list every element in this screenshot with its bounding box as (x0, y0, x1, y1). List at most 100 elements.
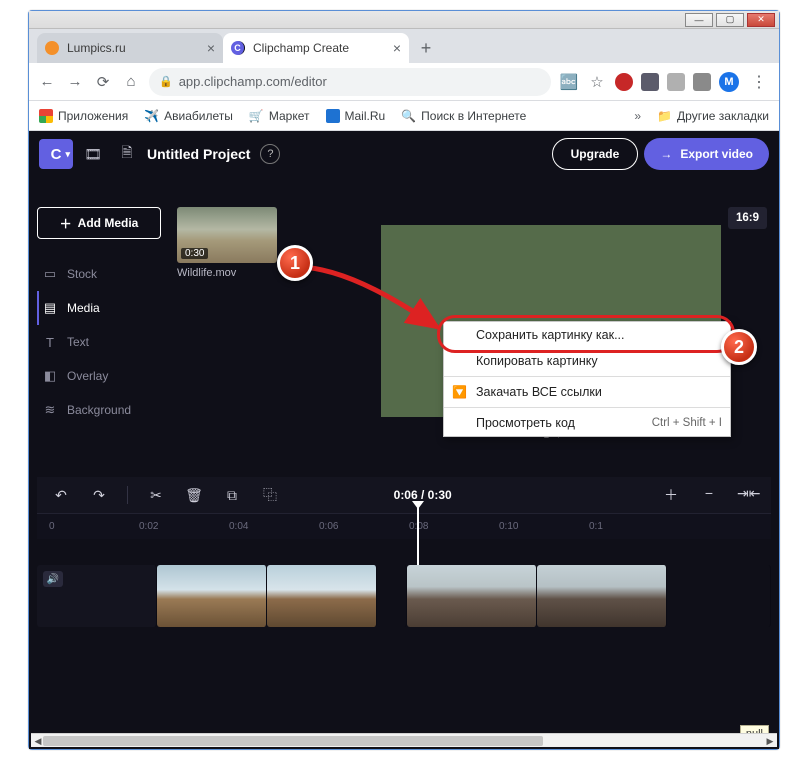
zoom-in-button[interactable]: ＋ (661, 485, 681, 505)
reload-button[interactable]: ⟳ (93, 73, 113, 91)
timeline-toolbar: ↶ ↷ ✂ 🗑 ⧉ ⿻ 0:06 / 0:30 ＋ − ⇥⇤ (37, 477, 771, 513)
ruler-tick: 0:06 (319, 521, 409, 532)
window-minimize-button[interactable]: — (685, 13, 713, 27)
aspect-ratio-badge[interactable]: 16:9 (728, 207, 767, 229)
ruler-tick: 0:08 (409, 521, 499, 532)
browser-tab-lumpics[interactable]: Lumpics.ru × (37, 33, 223, 63)
export-video-button[interactable]: → Export video (644, 138, 769, 170)
address-bar[interactable]: 🔒 app.clipchamp.com/editor (149, 68, 551, 96)
context-item-label: Сохранить картинку как... (476, 328, 625, 342)
sidebar-item-label: Stock (67, 267, 97, 281)
separator (127, 486, 128, 504)
bookmark-airtickets[interactable]: ✈️ Авиабилеты (144, 109, 233, 123)
overlay-icon: ◧ (43, 368, 57, 384)
sidebar-item-label: Media (67, 301, 100, 315)
sidebar-item-stock[interactable]: ▭ Stock (37, 257, 161, 291)
add-media-button[interactable]: ＋ Add Media (37, 207, 161, 239)
bookmark-other[interactable]: 📁 Другие закладки (657, 109, 769, 123)
bookmark-label: Другие закладки (677, 109, 769, 123)
timeline-ruler[interactable]: 0 0:02 0:04 0:06 0:08 0:10 0:1 (37, 513, 771, 539)
undo-button[interactable]: ↶ (51, 487, 71, 504)
zoom-fit-button[interactable]: ⇥⇤ (737, 485, 757, 505)
redo-button[interactable]: ↷ (89, 487, 109, 504)
text-icon: T (43, 335, 57, 350)
context-menu: Сохранить картинку как... Копировать кар… (443, 321, 731, 437)
sidebar-item-background[interactable]: ≋ Background (37, 393, 161, 427)
audio-icon[interactable]: 🔊 (43, 571, 63, 587)
project-title[interactable]: Untitled Project (147, 146, 250, 162)
ruler-tick: 0 (49, 521, 139, 532)
context-item-label: Закачать ВСЕ ссылки (476, 385, 602, 399)
sidebar-item-media[interactable]: ▤ Media (37, 291, 161, 325)
window-close-button[interactable]: ✕ (747, 13, 775, 27)
timeline-clip[interactable] (267, 565, 377, 627)
new-tab-button[interactable]: + (413, 35, 439, 61)
extension-icon[interactable] (693, 73, 711, 91)
scroll-right-button[interactable]: ▶ (763, 734, 777, 748)
bookmarks-overflow-icon[interactable]: » (634, 109, 641, 123)
favicon-lumpics-icon (45, 41, 59, 55)
upgrade-button[interactable]: Upgrade (552, 138, 639, 170)
media-library-item[interactable]: 0:30 Wildlife.mov (177, 207, 277, 279)
context-download-all-links[interactable]: 🔽 Закачать ВСЕ ссылки (444, 379, 730, 405)
zoom-out-button[interactable]: − (699, 485, 719, 505)
bookmark-search[interactable]: 🔍 Поиск в Интернете (401, 109, 526, 123)
browser-menu-button[interactable]: ⋮ (747, 72, 771, 92)
context-save-image-as[interactable]: Сохранить картинку как... (444, 322, 730, 348)
timeline-clip[interactable] (537, 565, 667, 627)
sidebar-item-overlay[interactable]: ◧ Overlay (37, 359, 161, 393)
forward-button[interactable]: → (65, 73, 85, 90)
extension-icon[interactable] (641, 73, 659, 91)
close-tab-icon[interactable]: × (393, 40, 401, 56)
browser-window: — ▢ ✕ Lumpics.ru × C Clipchamp Create × … (28, 10, 780, 750)
search-icon: 🔍 (401, 109, 416, 123)
bookmark-apps[interactable]: Приложения (39, 109, 128, 123)
timeline-track[interactable]: 🔊 (37, 565, 771, 627)
plus-icon: ＋ (60, 215, 72, 232)
timeline-empty (667, 565, 771, 627)
home-button[interactable]: ⌂ (121, 73, 141, 90)
context-item-label: Просмотреть код (476, 416, 575, 430)
lock-icon: 🔒 (159, 75, 173, 88)
bookmark-star-icon[interactable]: ☆ (587, 73, 607, 91)
background-icon: ≋ (43, 402, 57, 418)
split-button[interactable]: ✂ (146, 487, 166, 504)
folder-icon: 📁 (657, 109, 672, 123)
context-copy-image[interactable]: Копировать картинку (444, 348, 730, 374)
window-maximize-button[interactable]: ▢ (716, 13, 744, 27)
back-button[interactable]: ← (37, 73, 57, 90)
export-label: Export video (680, 147, 753, 161)
close-tab-icon[interactable]: × (207, 40, 215, 56)
browser-tab-clipchamp[interactable]: C Clipchamp Create × (223, 33, 409, 63)
bookmark-label: Mail.Ru (345, 109, 386, 123)
translate-icon[interactable]: 🔤 (559, 73, 579, 91)
profile-avatar[interactable]: M (719, 72, 739, 92)
tab-label: Clipchamp Create (253, 41, 349, 55)
app-sidebar: ＋ Add Media ▭ Stock ▤ Media T Text ◧ O (37, 207, 161, 427)
bookmark-label: Авиабилеты (164, 109, 233, 123)
scroll-thumb[interactable] (43, 736, 543, 746)
timeline-clip[interactable] (407, 565, 537, 627)
horizontal-scrollbar[interactable]: ◀ ▶ (31, 733, 777, 747)
duplicate-button[interactable]: ⿻ (260, 485, 280, 505)
document-icon[interactable]: 🗎 (113, 140, 141, 168)
extension-adblock-icon[interactable] (615, 73, 633, 91)
ruler-tick: 0:10 (499, 521, 589, 532)
sidebar-item-text[interactable]: T Text (37, 325, 161, 359)
ruler-tick: 0:02 (139, 521, 229, 532)
annotation-marker-1: 1 (277, 245, 313, 281)
clipchamp-logo-menu[interactable]: C▾ (39, 139, 73, 169)
chevron-down-icon: ▾ (65, 149, 70, 160)
timeline-clip[interactable] (157, 565, 267, 627)
media-thumbnail: 0:30 (177, 207, 277, 263)
timeline-time: 0:06 / 0:30 (394, 488, 452, 502)
delete-button[interactable]: 🗑 (184, 487, 204, 504)
bookmark-market[interactable]: 🛒 Маркет (249, 109, 310, 123)
app-toolbar: C▾ 🎞 🗎 Untitled Project ? Upgrade → Expo… (29, 131, 779, 177)
context-inspect[interactable]: Просмотреть код Ctrl + Shift + I (444, 410, 730, 436)
video-settings-icon[interactable]: 🎞 (79, 140, 107, 168)
extension-pdf-icon[interactable] (667, 73, 685, 91)
bookmark-mailru[interactable]: Mail.Ru (326, 109, 386, 123)
copy-button[interactable]: ⧉ (222, 487, 242, 504)
help-icon[interactable]: ? (260, 144, 280, 164)
